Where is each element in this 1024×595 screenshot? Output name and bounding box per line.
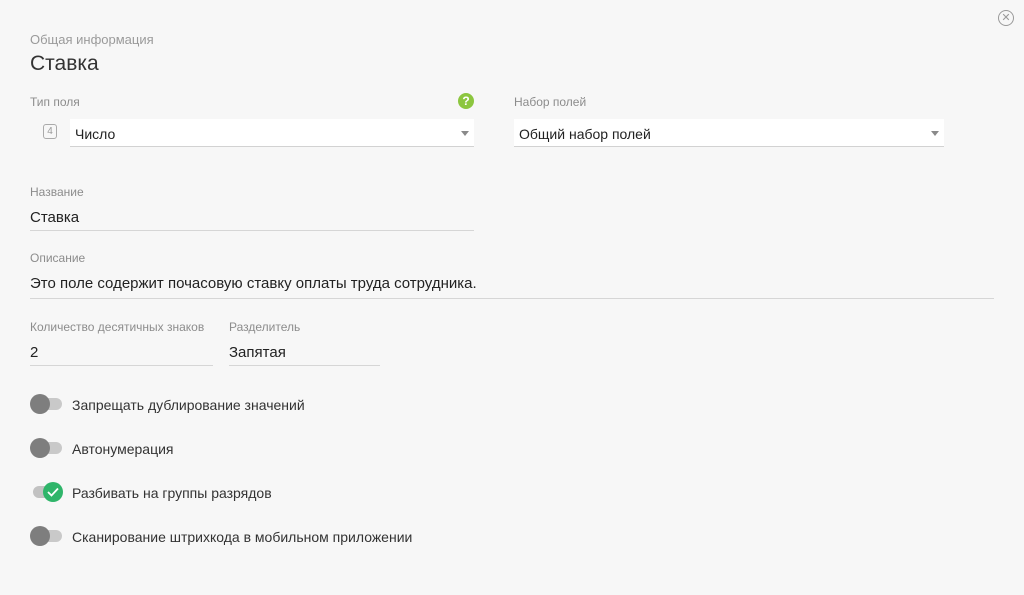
- name-value: Ставка: [30, 209, 80, 226]
- close-icon[interactable]: ✕: [998, 10, 1014, 26]
- name-input[interactable]: Ставка: [30, 207, 474, 231]
- field-set-value: Общий набор полей: [519, 126, 651, 142]
- description-value: Это поле содержит почасовую ставку оплат…: [30, 275, 477, 292]
- separator-label: Разделитель: [229, 320, 301, 334]
- description-input[interactable]: Это поле содержит почасовую ставку оплат…: [30, 273, 994, 299]
- toggle-knob: [43, 482, 63, 502]
- toggle-knob: [30, 438, 50, 458]
- description-label: Описание: [30, 251, 86, 265]
- chevron-down-icon: [931, 131, 939, 136]
- field-type-value: Число: [75, 126, 116, 142]
- check-icon: [47, 487, 59, 497]
- field-set-select[interactable]: Общий набор полей: [514, 119, 944, 147]
- number-type-icon: 4: [43, 124, 57, 139]
- toggle-label-autonumbering: Автонумерация: [72, 441, 174, 457]
- decimals-input[interactable]: 2: [30, 342, 213, 366]
- toggle-label-digit-grouping: Разбивать на группы разрядов: [72, 485, 272, 501]
- help-icon[interactable]: ?: [458, 93, 474, 109]
- toggle-label-barcode-scan: Сканирование штрихкода в мобильном прило…: [72, 529, 413, 545]
- field-set-label: Набор полей: [514, 95, 587, 109]
- page-title: Ставка: [30, 52, 99, 75]
- separator-input[interactable]: Запятая: [229, 342, 380, 366]
- decimals-value: 2: [30, 344, 39, 361]
- separator-value: Запятая: [229, 344, 286, 361]
- field-type-select[interactable]: Число: [70, 119, 474, 147]
- field-type-label: Тип поля: [30, 95, 80, 109]
- decimals-label: Количество десятичных знаков: [30, 320, 205, 334]
- toggle-label-forbid-duplicates: Запрещать дублирование значений: [72, 397, 305, 413]
- name-label: Название: [30, 185, 84, 199]
- toggle-barcode-scan[interactable]: [30, 526, 63, 546]
- toggle-digit-grouping[interactable]: [30, 482, 63, 502]
- chevron-down-icon: [461, 131, 469, 136]
- toggle-knob: [30, 526, 50, 546]
- toggle-autonumbering[interactable]: [30, 438, 63, 458]
- toggle-forbid-duplicates[interactable]: [30, 394, 63, 414]
- toggle-knob: [30, 394, 50, 414]
- section-label: Общая информация: [30, 32, 154, 47]
